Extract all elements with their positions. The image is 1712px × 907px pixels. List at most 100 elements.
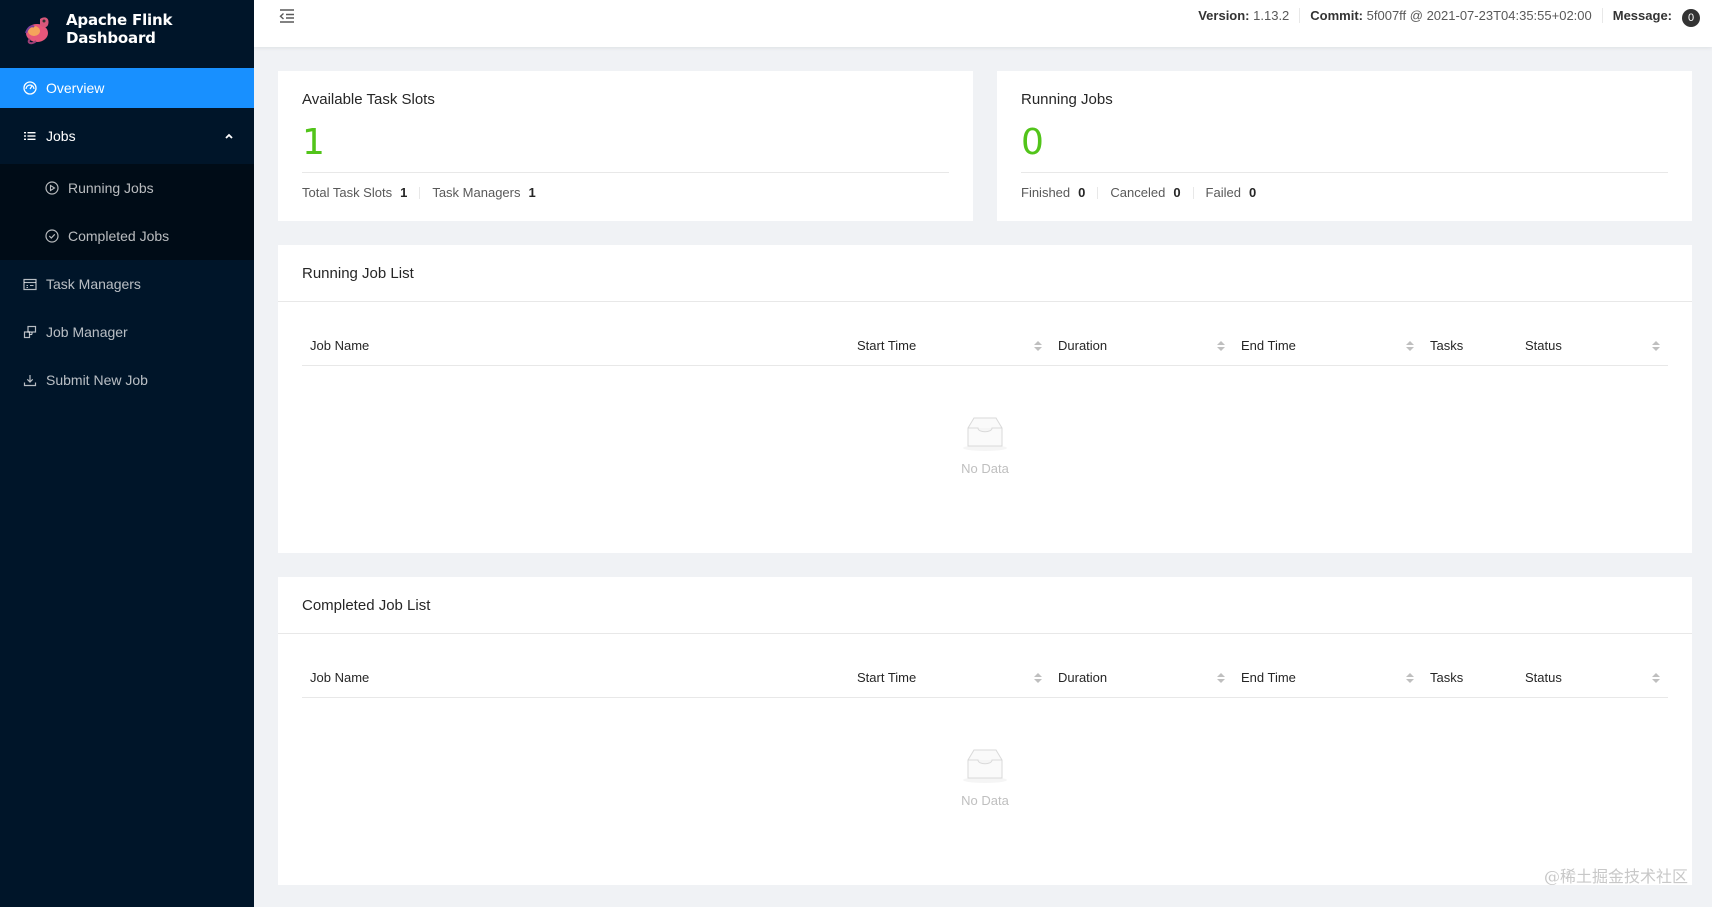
list-icon [22, 128, 38, 144]
sidebar-item-label: Job Manager [46, 324, 128, 340]
canceled-label: Canceled [1110, 185, 1166, 200]
task-slots-card: Available Task Slots 1 Total Task Slots 1… [278, 71, 973, 221]
play-circle-icon [44, 180, 60, 196]
version-label: Version: [1198, 8, 1250, 23]
logo[interactable]: Apache Flink Dashboard [0, 0, 254, 58]
card-title: Running Job List [278, 245, 1692, 302]
task-managers-value: 1 [528, 185, 536, 200]
column-label: Duration [1058, 338, 1108, 353]
sidebar-item-label: Completed Jobs [68, 228, 170, 244]
sidebar-item-submit-new-job[interactable]: Submit New Job [0, 360, 254, 400]
sidebar-item-job-manager[interactable]: Job Manager [0, 312, 254, 352]
version-info: Version: 1.13.2 [1188, 8, 1301, 23]
card-title: Completed Job List [278, 577, 1692, 634]
canceled-value: 0 [1173, 185, 1181, 200]
sort-icon[interactable] [1034, 340, 1042, 351]
message-count-badge[interactable]: 0 [1682, 8, 1700, 27]
message-label: Message: [1612, 8, 1672, 23]
column-label: Status [1525, 670, 1562, 685]
column-label: Tasks [1430, 338, 1464, 353]
chevron-up-icon [224, 128, 234, 144]
empty-state: No Data [302, 698, 1668, 808]
app-title: Apache Flink Dashboard [66, 11, 173, 47]
sidebar-item-label: Task Managers [46, 276, 141, 292]
top-header: Version: 1.13.2 Commit: 5f007ff @ 2021-0… [254, 0, 1712, 47]
card-footer: Total Task Slots 1 Task Managers 1 [302, 185, 949, 200]
column-label: End Time [1241, 338, 1296, 353]
divider [1021, 172, 1668, 173]
column-header-tasks: Tasks [1422, 326, 1517, 365]
column-label: Duration [1058, 670, 1108, 685]
sort-icon[interactable] [1652, 340, 1660, 351]
cluster-icon [22, 324, 38, 340]
column-label: Start Time [857, 338, 917, 353]
sort-icon[interactable] [1652, 672, 1660, 683]
column-header-start-time[interactable]: Start Time [849, 658, 1050, 697]
sort-icon[interactable] [1406, 340, 1414, 351]
sort-icon[interactable] [1034, 672, 1042, 683]
column-header-end-time[interactable]: End Time [1233, 326, 1422, 365]
column-header-status[interactable]: Status [1517, 658, 1668, 697]
sidebar: Apache Flink Dashboard Overview Jobs Run… [0, 0, 254, 907]
empty-state: No Data [302, 366, 1668, 476]
column-label: Job Name [310, 338, 370, 353]
stat-row: Available Task Slots 1 Total Task Slots 1… [278, 71, 1692, 221]
check-circle-icon [44, 228, 60, 244]
sort-icon[interactable] [1217, 672, 1225, 683]
empty-text: No Data [961, 793, 1009, 808]
upload-icon [22, 372, 38, 388]
commit-label: Commit: [1310, 8, 1364, 23]
sort-icon[interactable] [1217, 340, 1225, 351]
menu-fold-icon[interactable] [278, 7, 296, 25]
completed-job-list-card: Completed Job List Job Name Start Time D… [278, 577, 1692, 885]
version-value: 1.13.2 [1253, 8, 1290, 23]
sidebar-item-completed-jobs[interactable]: Completed Jobs [0, 216, 254, 256]
column-header-job-name[interactable]: Job Name [302, 326, 849, 365]
total-slots-value: 1 [400, 185, 408, 200]
sidebar-item-task-managers[interactable]: Task Managers [0, 264, 254, 304]
header-info: Version: 1.13.2 Commit: 5f007ff @ 2021-0… [1188, 5, 1700, 27]
column-label: Start Time [857, 670, 917, 685]
finished-label: Finished [1021, 185, 1071, 200]
sidebar-item-overview[interactable]: Overview [0, 68, 254, 108]
table-header: Job Name Start Time Duration End Time Ta… [302, 326, 1668, 366]
column-header-start-time[interactable]: Start Time [849, 326, 1050, 365]
available-slots-value: 1 [302, 122, 325, 163]
column-label: Status [1525, 338, 1562, 353]
main-content: Available Task Slots 1 Total Task Slots 1… [278, 71, 1692, 885]
column-header-duration[interactable]: Duration [1050, 658, 1233, 697]
card-footer: Finished 0 Canceled 0 Failed 0 [1021, 185, 1668, 200]
failed-value: 0 [1248, 185, 1257, 200]
watermark: @稀土掘金技术社区 [1543, 867, 1688, 886]
schedule-icon [22, 276, 38, 292]
column-label: Tasks [1430, 670, 1464, 685]
column-label: Job Name [310, 670, 370, 685]
card-title: Running Jobs [1021, 91, 1113, 108]
total-slots-label: Total Task Slots [302, 185, 393, 200]
commit-info: Commit: 5f007ff @ 2021-07-23T04:35:55+02… [1300, 8, 1603, 23]
sort-icon[interactable] [1406, 672, 1414, 683]
column-header-tasks: Tasks [1422, 658, 1517, 697]
sidebar-item-running-jobs[interactable]: Running Jobs [0, 168, 254, 208]
empty-inbox-icon [960, 746, 1010, 787]
empty-text: No Data [961, 461, 1009, 476]
message-info[interactable]: Message: [1603, 8, 1678, 23]
column-header-status[interactable]: Status [1517, 326, 1668, 365]
commit-value: 5f007ff @ 2021-07-23T04:35:55+02:00 [1366, 8, 1592, 23]
running-job-list-card: Running Job List Job Name Start Time Dur… [278, 245, 1692, 553]
empty-inbox-icon [960, 414, 1010, 455]
jobs-submenu: Running Jobs Completed Jobs [0, 164, 254, 260]
sidebar-item-jobs[interactable]: Jobs [0, 116, 254, 156]
running-jobs-value: 0 [1021, 122, 1044, 163]
column-header-end-time[interactable]: End Time [1233, 658, 1422, 697]
failed-label: Failed [1205, 185, 1241, 200]
column-label: End Time [1241, 670, 1296, 685]
column-header-duration[interactable]: Duration [1050, 326, 1233, 365]
dashboard-icon [22, 80, 38, 96]
column-header-job-name[interactable]: Job Name [302, 658, 849, 697]
sidebar-item-label: Jobs [46, 128, 76, 144]
sidebar-menu: Overview Jobs Running Jobs Completed Job… [0, 68, 254, 400]
task-managers-label: Task Managers [432, 185, 521, 200]
sidebar-item-label: Submit New Job [46, 372, 148, 388]
table-header: Job Name Start Time Duration End Time Ta… [302, 658, 1668, 698]
